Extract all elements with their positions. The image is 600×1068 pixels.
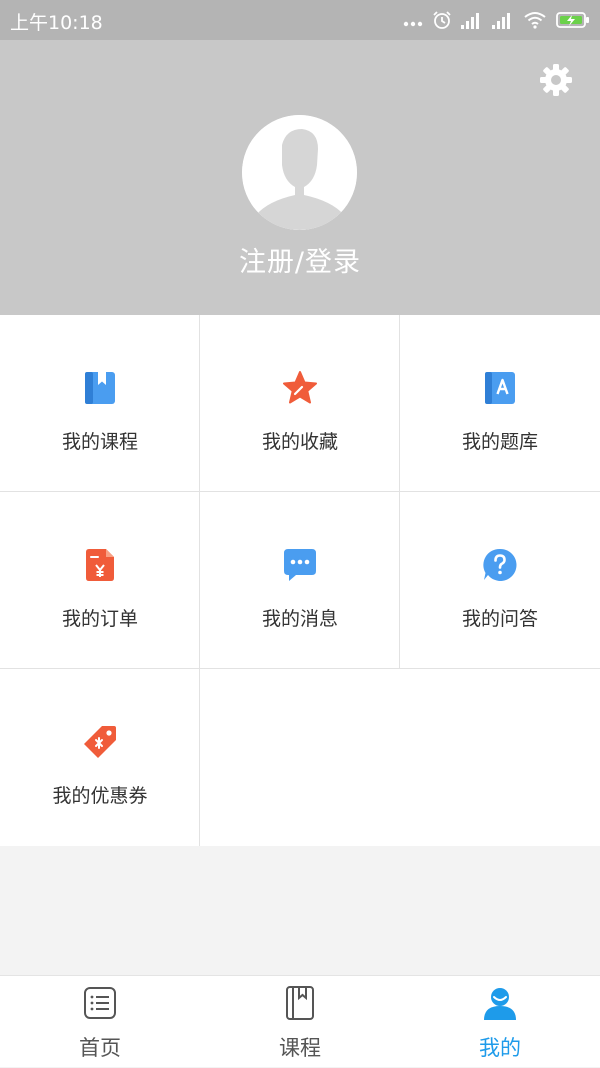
- avatar[interactable]: [242, 115, 357, 230]
- menu-item-question-bank[interactable]: 我的题库: [400, 315, 600, 492]
- status-icons: [403, 8, 590, 32]
- menu-item-label: 我的收藏: [261, 431, 338, 453]
- course-book-icon: [286, 986, 314, 1020]
- message-bubble-icon: [284, 549, 316, 581]
- menu-item-my-courses[interactable]: 我的课程: [0, 315, 200, 492]
- menu-item-label: 我的课程: [61, 431, 138, 453]
- default-avatar-icon: [242, 115, 357, 230]
- grid-divider: [0, 668, 600, 669]
- menu-item-label: 我的订单: [61, 608, 138, 630]
- menu-item-label: 我的消息: [261, 608, 338, 630]
- star-icon: [283, 371, 317, 404]
- tab-mine[interactable]: 我的: [400, 976, 600, 1068]
- menu-item-my-orders[interactable]: 我的订单: [0, 492, 200, 669]
- signal-icon: [492, 13, 510, 29]
- grid-divider: [199, 315, 200, 846]
- status-bar: 上午10:18: [0, 0, 600, 40]
- menu-item-my-coupons[interactable]: 我的优惠券: [0, 669, 200, 846]
- menu-item-my-favorites[interactable]: 我的收藏: [200, 315, 400, 492]
- grid-divider: [399, 315, 400, 669]
- order-document-icon: [86, 549, 114, 581]
- signal-icon: [461, 13, 479, 29]
- profile-header: 注册/登录: [0, 40, 600, 315]
- course-book-icon: [85, 372, 115, 404]
- home-list-icon: [84, 987, 116, 1019]
- battery-charging-icon: [556, 12, 589, 28]
- login-register-link[interactable]: 注册/登录: [0, 240, 600, 279]
- grid-divider: [0, 491, 600, 492]
- question-circle-icon: [483, 548, 517, 581]
- menu-item-label: 我的问答: [461, 608, 538, 630]
- menu-grid: 我的课程 我的收藏 我的题库 我的订单 我的消息 我的问答 我的优惠券: [0, 315, 600, 846]
- gear-icon: [540, 64, 572, 96]
- question-bank-icon: [485, 372, 515, 404]
- bottom-tab-bar: 首页 课程 我的: [0, 975, 600, 1067]
- user-profile-icon: [484, 988, 516, 1020]
- coupon-tag-icon: [84, 726, 116, 758]
- menu-item-label: 我的题库: [461, 431, 538, 453]
- wifi-icon: [524, 12, 546, 29]
- tab-home[interactable]: 首页: [0, 976, 200, 1068]
- alarm-icon: [433, 11, 451, 29]
- tab-courses-label: 课程: [279, 1036, 321, 1060]
- menu-item-label: 我的优惠券: [52, 785, 148, 807]
- tab-home-label: 首页: [79, 1036, 121, 1060]
- menu-item-my-messages[interactable]: 我的消息: [200, 492, 400, 669]
- menu-item-my-qa[interactable]: 我的问答: [400, 492, 600, 669]
- tab-courses[interactable]: 课程: [200, 976, 400, 1068]
- status-time: 上午10:18: [10, 12, 103, 34]
- settings-button[interactable]: [535, 59, 577, 101]
- more-dots-icon: [403, 21, 423, 27]
- tab-mine-label: 我的: [479, 1036, 521, 1060]
